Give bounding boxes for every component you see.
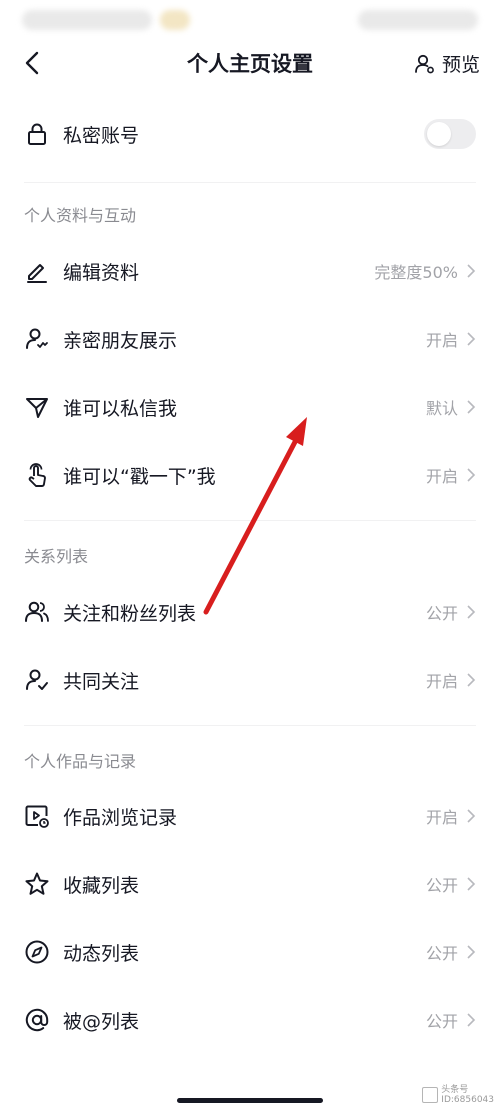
home-indicator[interactable] xyxy=(177,1098,323,1103)
arrow-head xyxy=(286,417,307,446)
arrow-shaft xyxy=(203,437,299,615)
watermark-logo-icon xyxy=(422,1087,439,1103)
watermark-line1: 头条号 xyxy=(441,1085,469,1095)
annotation-arrow xyxy=(203,417,307,615)
watermark-line2: ID:6856043 xyxy=(441,1095,494,1105)
watermark: 头条号 ID:6856043 xyxy=(422,1085,494,1105)
